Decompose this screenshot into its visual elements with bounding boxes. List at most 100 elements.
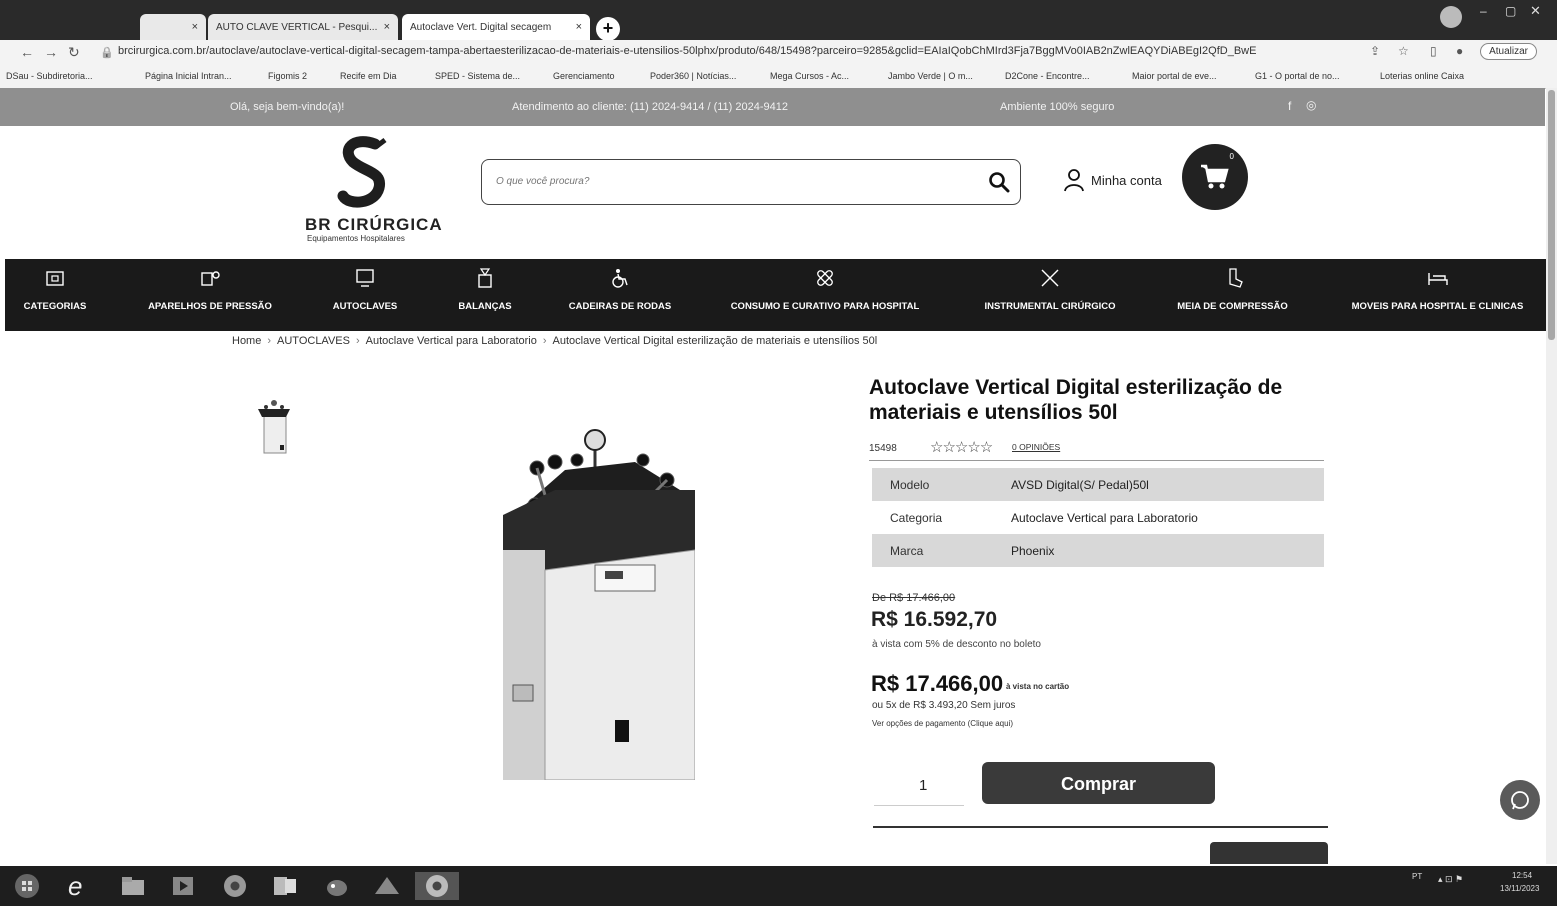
window-minimize-icon[interactable]: – xyxy=(1480,4,1487,18)
new-tab-button[interactable]: + xyxy=(596,17,620,41)
browser-tab[interactable]: AUTO CLAVE VERTICAL - Pesqui... × xyxy=(208,14,398,40)
product-main-image[interactable] xyxy=(495,420,695,780)
breadcrumb-separator: › xyxy=(355,335,360,347)
browser-tab-bar: × AUTO CLAVE VERTICAL - Pesqui... × Auto… xyxy=(0,0,1557,41)
profile-icon[interactable]: ● xyxy=(1456,44,1463,58)
scale-icon xyxy=(478,268,492,288)
search-icon[interactable] xyxy=(988,171,1010,193)
url-field[interactable]: brcirurgica.com.br/autoclave/autoclave-v… xyxy=(118,45,1298,57)
breadcrumb-category[interactable]: Autoclave Vertical para Laboratorio xyxy=(366,335,537,347)
whatsapp-icon xyxy=(1511,791,1529,810)
scrollbar-thumb[interactable] xyxy=(1548,90,1555,340)
back-icon[interactable]: ← xyxy=(20,44,34,60)
bookmark-item[interactable]: Jambo Verde | O m... xyxy=(888,71,973,81)
bookmark-star-icon[interactable]: ☆ xyxy=(1398,44,1409,58)
breadcrumb-home[interactable]: Home xyxy=(232,335,261,347)
divider xyxy=(873,826,1328,828)
product-title: Autoclave Vertical Digital esterilização… xyxy=(869,376,1283,424)
instagram-icon[interactable]: ◎ xyxy=(1306,98,1316,112)
update-button[interactable]: Atualizar xyxy=(1480,43,1537,60)
category-label: MEIA DE COMPRESSÃO xyxy=(1177,301,1288,312)
facebook-icon[interactable]: f xyxy=(1288,99,1291,113)
account-link[interactable]: Minha conta xyxy=(1063,168,1162,192)
window-close-icon[interactable]: ✕ xyxy=(1530,3,1541,19)
spec-key: Categoria xyxy=(890,510,943,525)
category-item-meia-de-compressao[interactable]: MEIA DE COMPRESSÃO xyxy=(1155,259,1310,331)
category-label: CONSUMO E CURATIVO PARA HOSPITAL xyxy=(730,301,920,312)
bookmark-item[interactable]: Maior portal de eve... xyxy=(1132,71,1217,81)
bookmark-item[interactable]: Página Inicial Intran... xyxy=(145,71,232,81)
quantity-field[interactable]: 1 xyxy=(874,765,964,806)
forward-icon[interactable]: → xyxy=(44,44,58,60)
installments-text: ou 5x de R$ 3.493,20 Sem juros xyxy=(872,700,1016,711)
lock-icon[interactable]: 🔒 xyxy=(100,46,114,59)
clock-date[interactable]: 13/11/2023 xyxy=(1500,884,1539,893)
cart-button[interactable]: 0 xyxy=(1182,144,1248,210)
customer-service-text[interactable]: Atendimento ao cliente: (11) 2024-9414 /… xyxy=(512,101,788,113)
product-thumbnail[interactable] xyxy=(254,395,294,461)
breadcrumb-separator: › xyxy=(267,335,272,347)
reload-icon[interactable]: ↻ xyxy=(68,44,80,61)
tab-close-icon[interactable]: × xyxy=(570,21,582,33)
brand-logo-icon[interactable] xyxy=(333,136,393,210)
spec-table: Modelo AVSD Digital(S/ Pedal)50l Categor… xyxy=(872,468,1324,567)
old-price: De R$ 17.466,00 xyxy=(872,592,956,604)
category-item-categorias[interactable]: CATEGORIAS xyxy=(5,259,105,331)
bookmark-item[interactable]: SPED - Sistema de... xyxy=(435,71,520,81)
rating-stars-icon[interactable]: ☆☆☆☆☆ xyxy=(930,438,993,456)
bookmark-item[interactable]: Recife em Dia xyxy=(340,71,397,81)
gimp-icon[interactable] xyxy=(322,872,352,900)
section-tab[interactable] xyxy=(1210,842,1328,864)
file-explorer-icon[interactable] xyxy=(118,872,148,900)
bookmark-item[interactable]: D2Cone - Encontre... xyxy=(1005,71,1090,81)
divider xyxy=(869,460,1324,461)
bookmark-item[interactable]: Poder360 | Notícias... xyxy=(650,71,736,81)
whatsapp-chat-button[interactable] xyxy=(1500,780,1540,820)
category-item-aparelhos-de-pressao[interactable]: APARELHOS DE PRESSÃO xyxy=(120,259,300,331)
tray-network-icon[interactable]: ▴ ⊡ ⚑ xyxy=(1438,874,1463,885)
profile-avatar[interactable] xyxy=(1440,6,1462,28)
bookmark-item[interactable]: Gerenciamento xyxy=(553,71,615,81)
chrome-icon[interactable] xyxy=(220,872,250,900)
clock-time[interactable]: 12:54 xyxy=(1512,871,1532,880)
category-item-instrumental-cirurgico[interactable]: INSTRUMENTAL CIRÚRGICO xyxy=(965,259,1135,331)
word-icon[interactable] xyxy=(270,872,300,900)
share-icon[interactable]: ⇪ xyxy=(1370,44,1380,58)
tab-close-icon[interactable]: × xyxy=(186,21,198,33)
category-item-cadeiras-de-rodas[interactable]: CADEIRAS DE RODAS xyxy=(555,259,685,331)
bookmark-item[interactable]: Loterias online Caixa xyxy=(1380,71,1464,81)
app-icon[interactable] xyxy=(372,872,402,900)
category-label: APARELHOS DE PRESSÃO xyxy=(148,301,272,312)
category-nav: CATEGORIAS APARELHOS DE PRESSÃO AUTOCLAV… xyxy=(5,259,1546,331)
bookmark-item[interactable]: Figomis 2 xyxy=(268,71,307,81)
buy-button[interactable]: Comprar xyxy=(982,762,1215,804)
breadcrumb-autoclaves[interactable]: AUTOCLAVES xyxy=(277,335,350,347)
category-label: CATEGORIAS xyxy=(23,301,87,312)
browser-tab[interactable]: × xyxy=(140,14,206,40)
spec-row: Marca Phoenix xyxy=(872,534,1324,567)
tray-language[interactable]: PT xyxy=(1412,872,1422,881)
sidebar-icon[interactable]: ▯ xyxy=(1430,44,1437,58)
bookmark-item[interactable]: DSau - Subdiretoria... xyxy=(6,71,93,81)
payment-options-link[interactable]: Ver opções de pagamento (Clique aqui) xyxy=(872,719,1013,728)
user-icon xyxy=(1064,169,1084,192)
tab-close-icon[interactable]: × xyxy=(378,21,390,33)
chrome-icon xyxy=(426,875,448,897)
internet-explorer-icon[interactable]: e xyxy=(68,872,98,900)
chrome-active-taskbar-item[interactable] xyxy=(415,872,459,900)
bookmark-item[interactable]: Mega Cursos - Ac... xyxy=(770,71,849,81)
start-button-icon[interactable] xyxy=(12,872,42,900)
quantity-value[interactable]: 1 xyxy=(919,777,927,794)
category-item-moveis-para-hospital[interactable]: MOVEIS PARA HOSPITAL E CLINICAS xyxy=(1335,259,1540,331)
search-box[interactable] xyxy=(481,159,1021,205)
category-item-balancas[interactable]: BALANÇAS xyxy=(440,259,530,331)
window-maximize-icon[interactable]: ▢ xyxy=(1505,4,1516,18)
welcome-text: Olá, seja bem-vindo(a)! xyxy=(230,101,345,113)
category-item-autoclaves[interactable]: AUTOCLAVES xyxy=(315,259,415,331)
reviews-link[interactable]: 0 OPINIÕES xyxy=(1012,442,1060,452)
media-player-icon[interactable] xyxy=(168,872,198,900)
category-item-consumo-e-curativo[interactable]: CONSUMO E CURATIVO PARA HOSPITAL xyxy=(705,259,945,331)
search-input[interactable] xyxy=(494,175,958,188)
bookmark-item[interactable]: G1 - O portal de no... xyxy=(1255,71,1340,81)
browser-tab-active[interactable]: Autoclave Vert. Digital secagem × xyxy=(402,14,590,40)
